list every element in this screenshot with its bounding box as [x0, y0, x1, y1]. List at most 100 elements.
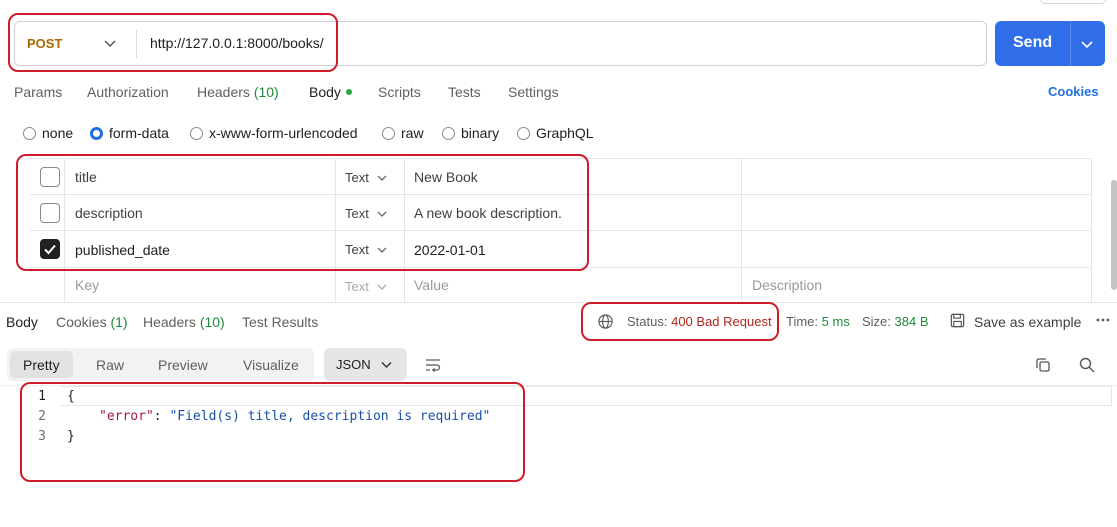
chevron-down-icon[interactable]	[379, 357, 394, 372]
wrap-lines-icon[interactable]	[424, 356, 442, 374]
row-checkbox-checked[interactable]	[40, 239, 60, 259]
response-tab-cookies[interactable]: Cookies (1)	[56, 314, 128, 330]
send-button[interactable]: Send	[995, 21, 1105, 66]
view-tab-pretty[interactable]: Pretty	[23, 357, 60, 373]
radio-none[interactable]: none	[23, 125, 73, 141]
more-options-icon[interactable]	[1095, 312, 1111, 328]
save-icon[interactable]	[949, 312, 966, 329]
save-as-example-button[interactable]: Save as example	[974, 314, 1081, 330]
chevron-down-icon[interactable]	[375, 280, 389, 294]
response-divider	[0, 302, 1117, 303]
response-tab-body[interactable]: Body	[6, 314, 38, 330]
value-cell[interactable]: New Book	[414, 169, 478, 185]
response-tab-cookies-count: (1)	[110, 314, 128, 330]
time-value: 5 ms	[821, 314, 850, 329]
code-line-2: "error": "Field(s) title, description is…	[99, 409, 490, 424]
value-placeholder[interactable]: Value	[414, 277, 449, 293]
table-border	[1091, 158, 1092, 302]
scrollbar[interactable]	[1111, 180, 1117, 290]
url-input[interactable]: http://127.0.0.1:8000/books/	[150, 35, 324, 51]
body-modified-dot	[345, 89, 352, 95]
radio-circle	[23, 126, 36, 140]
table-border	[335, 158, 336, 302]
time-readout[interactable]: Time: 5 ms	[786, 314, 850, 329]
type-select[interactable]: Text	[345, 170, 369, 185]
type-select[interactable]: Text	[345, 242, 369, 257]
description-placeholder[interactable]: Description	[752, 277, 822, 293]
type-select-placeholder[interactable]: Text	[345, 279, 369, 294]
chevron-down-icon[interactable]	[375, 243, 389, 257]
code-close-brace: }	[67, 429, 75, 444]
radio-circle	[442, 126, 455, 140]
http-method-select[interactable]: POST	[27, 36, 62, 51]
checkmark-icon	[44, 244, 56, 255]
search-icon[interactable]	[1078, 356, 1096, 374]
json-value: "Field(s) title, description is required…	[169, 409, 491, 424]
tab-tests[interactable]: Tests	[448, 84, 481, 100]
url-separator	[136, 30, 137, 58]
radio-x-www-form-urlencoded[interactable]: x-www-form-urlencoded	[190, 125, 358, 141]
value-cell[interactable]: A new book description.	[414, 205, 562, 221]
tab-body[interactable]: Body	[309, 84, 352, 100]
radio-form-data[interactable]: form-data	[90, 125, 169, 141]
radio-label: form-data	[109, 125, 169, 141]
radio-label: none	[42, 125, 74, 141]
table-border	[741, 158, 742, 302]
type-select[interactable]: Text	[345, 206, 369, 221]
chevron-down-icon[interactable]	[102, 35, 118, 51]
size-label: Size:	[862, 314, 891, 329]
radio-label: raw	[401, 125, 424, 141]
radio-label: binary	[461, 125, 500, 141]
radio-label: x-www-form-urlencoded	[209, 125, 358, 141]
globe-icon[interactable]	[597, 313, 614, 330]
row-checkbox[interactable]	[40, 167, 60, 187]
chevron-down-icon[interactable]	[375, 171, 389, 185]
json-key: "error"	[99, 409, 154, 424]
view-tab-visualize[interactable]: Visualize	[243, 357, 299, 373]
response-tab-test-results[interactable]: Test Results	[242, 314, 318, 330]
chevron-down-icon[interactable]	[1078, 35, 1096, 53]
radio-binary[interactable]: binary	[442, 125, 499, 141]
time-label: Time:	[786, 314, 819, 329]
radio-label: GraphQL	[536, 125, 594, 141]
key-placeholder[interactable]: Key	[75, 277, 99, 293]
status-readout[interactable]: Status: 400 Bad Request	[627, 314, 772, 329]
view-tab-raw[interactable]: Raw	[96, 357, 124, 373]
radio-raw[interactable]: raw	[382, 125, 424, 141]
line-number: 1	[38, 389, 46, 404]
tab-authorization[interactable]: Authorization	[87, 84, 169, 100]
json-colon: :	[153, 409, 170, 424]
response-tab-headers[interactable]: Headers (10)	[143, 314, 225, 330]
key-cell[interactable]: title	[75, 169, 97, 185]
line-number: 2	[38, 409, 46, 424]
chevron-down-icon[interactable]	[375, 207, 389, 221]
table-border	[30, 230, 1092, 231]
tab-scripts[interactable]: Scripts	[378, 84, 421, 100]
response-tab-headers-label: Headers	[143, 314, 196, 330]
code-open-brace: {	[67, 389, 75, 404]
tab-params[interactable]: Params	[14, 84, 62, 100]
table-border	[30, 267, 1092, 268]
current-line-highlight	[60, 386, 1112, 406]
view-tab-preview[interactable]: Preview	[158, 357, 208, 373]
status-value: 400 Bad Request	[671, 314, 772, 329]
send-button-label: Send	[1013, 34, 1053, 51]
line-number: 3	[38, 429, 46, 444]
tab-headers[interactable]: Headers (10)	[197, 84, 279, 100]
radio-circle-selected	[90, 126, 103, 140]
top-toolbar-stub	[1040, 0, 1106, 4]
language-label: JSON	[336, 357, 371, 372]
value-cell[interactable]: 2022-01-01	[414, 242, 486, 258]
tab-settings[interactable]: Settings	[508, 84, 559, 100]
table-border	[30, 194, 1092, 195]
radio-graphql[interactable]: GraphQL	[517, 125, 594, 141]
radio-circle	[517, 126, 530, 140]
table-border	[404, 158, 405, 302]
cookies-link[interactable]: Cookies	[1048, 84, 1099, 99]
copy-icon[interactable]	[1034, 356, 1052, 374]
row-checkbox[interactable]	[40, 203, 60, 223]
send-separator	[1070, 21, 1071, 66]
key-cell[interactable]: published_date	[75, 242, 170, 258]
key-cell[interactable]: description	[75, 205, 143, 221]
size-readout[interactable]: Size: 384 B	[862, 314, 929, 329]
